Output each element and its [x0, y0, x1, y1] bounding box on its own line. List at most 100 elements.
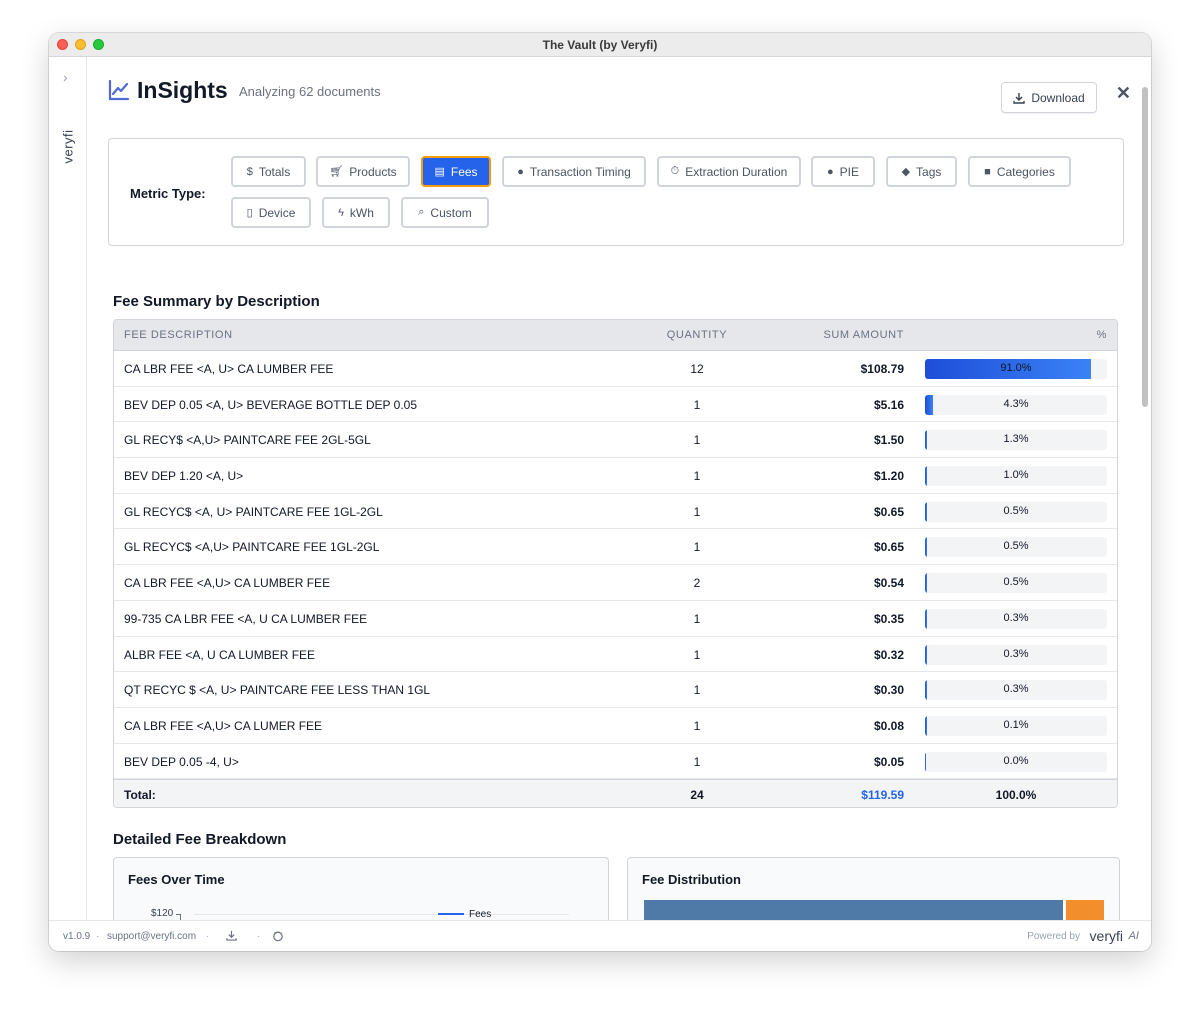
percent-bar: 0.3% [925, 608, 1107, 629]
download-icon[interactable] [226, 930, 237, 941]
column-fee-description[interactable]: FEE DESCRIPTION [124, 329, 233, 341]
tag-icon: ◆ [901, 166, 911, 178]
download-icon [1013, 92, 1026, 104]
stopwatch-icon: ⏱︎ [670, 165, 680, 177]
folder-icon: ■ [984, 165, 991, 178]
fee-quantity: 1 [693, 469, 701, 484]
version-label: v1.0.9 [63, 931, 91, 942]
page-title: InSights [137, 77, 228, 103]
zoom-window-button[interactable] [93, 39, 104, 50]
fees-over-time-title: Fees Over Time [128, 872, 225, 887]
fee-distribution-title: Fee Distribution [642, 872, 741, 887]
search-icon: ⌕ [418, 206, 425, 218]
table-row: GL RECY$ <A,U> PAINTCARE FEE 2GL-5GL 1 $1.… [114, 422, 1117, 459]
percent-bar: 0.3% [925, 680, 1107, 701]
legend-label: Fees [469, 909, 492, 920]
dollar-icon: $ [246, 165, 253, 178]
metric-button-tags[interactable]: ◆ Tags [886, 156, 957, 187]
percent-value: 0.3% [1003, 683, 1029, 696]
legend-swatch [438, 913, 464, 915]
metric-button-label: Extraction Duration [685, 164, 788, 179]
metric-button-label: Device [258, 205, 296, 220]
table-row: ALBR FEE <A, U CA LUMBER FEE 1 $0.32 0.3% [114, 637, 1117, 673]
fee-sum: $0.32 [873, 647, 904, 662]
column-percent[interactable]: % [1097, 329, 1107, 341]
metric-button-pie[interactable]: ● PIE [811, 156, 875, 187]
fee-sum: $0.30 [873, 683, 904, 698]
minimize-window-button[interactable] [75, 39, 86, 50]
distribution-segment[interactable] [1065, 900, 1104, 920]
grid-line [194, 914, 569, 915]
fee-quantity: 1 [693, 504, 701, 519]
sidebar-brand: veryfi [60, 129, 76, 164]
percent-bar: 0.5% [925, 537, 1107, 558]
metric-button-extraction-duration[interactable]: ⏱︎ Extraction Duration [657, 156, 801, 187]
fee-sum: $0.35 [873, 611, 904, 626]
table-row: CA LBR FEE <A, U> CA LUMBER FEE 12 $108.79… [114, 351, 1117, 387]
document-count: Analyzing 62 documents [239, 84, 381, 99]
metric-button-totals[interactable]: $ Totals [231, 156, 306, 187]
page-header: InSights Analyzing 62 documents Download… [108, 77, 1131, 117]
metric-button-kwh[interactable]: ϟ kWh [322, 197, 390, 228]
column-quantity[interactable]: QUANTITY [664, 329, 730, 341]
fee-quantity: 2 [693, 576, 701, 591]
metric-type-panel: Metric Type: $ Totals 🛒︎ Products ▤ Fees… [108, 138, 1124, 246]
chevron-right-icon[interactable]: › [63, 69, 68, 85]
metric-button-fees[interactable]: ▤ Fees [421, 156, 491, 187]
download-button[interactable]: Download [1001, 82, 1097, 113]
fee-breakdown-title: Detailed Fee Breakdown [113, 831, 287, 848]
table-row: BEV DEP 0.05 -4, U> 1 $0.05 0.0% [114, 744, 1117, 780]
percent-bar: 0.0% [925, 751, 1107, 772]
table-header: FEE DESCRIPTION QUANTITY SUM AMOUNT % [114, 320, 1117, 351]
fee-description: ALBR FEE <A, U CA LUMBER FEE [124, 647, 316, 662]
column-sum-amount[interactable]: SUM AMOUNT [804, 329, 904, 341]
table-row: QT RECYC $ <A, U> PAINTCARE FEE LESS THA… [114, 672, 1117, 708]
distribution-bar [644, 900, 1104, 920]
fee-description: QT RECYC $ <A, U> PAINTCARE FEE LESS THA… [124, 683, 431, 698]
table-row: 99-735 CA LBR FEE <A, U CA LUMBER FEE 1 $0… [114, 601, 1117, 637]
footer: v1.0.9 · support@veryfi.com · · Powered … [49, 920, 1151, 951]
percent-bar: 4.3% [925, 394, 1107, 415]
percent-value: 0.5% [1003, 504, 1029, 517]
y-axis-tick: $120 [151, 908, 174, 919]
metric-button-products[interactable]: 🛒︎ Products [316, 156, 410, 187]
fee-description: BEV DEP 0.05 <A, U> BEVERAGE BOTTLE DEP … [124, 397, 418, 412]
metric-button-categories[interactable]: ■ Categories [968, 156, 1071, 187]
fees-over-time-card: Fees Over Time $120 Fees [113, 857, 609, 920]
fee-summary-title: Fee Summary by Description [113, 293, 320, 310]
distribution-segment[interactable] [644, 900, 1063, 920]
metric-button-label: PIE [839, 164, 859, 179]
metric-button-device[interactable]: ▯ Device [231, 197, 311, 228]
fee-description: BEV DEP 0.05 -4, U> [124, 754, 239, 769]
separator-dot: · [206, 931, 210, 942]
fee-description: 99-735 CA LBR FEE <A, U CA LUMBER FEE [124, 611, 368, 626]
metric-button-label: Fees [450, 164, 478, 179]
total-label: Total: [124, 788, 156, 803]
line-chart-icon [108, 79, 130, 101]
fee-description: CA LBR FEE <A,U> CA LUMBER FEE [124, 576, 331, 591]
metric-button-transaction-timing[interactable]: ● Transaction Timing [502, 156, 646, 187]
title-bar: The Vault (by Veryfi) [49, 33, 1151, 57]
hand-icon[interactable] [272, 930, 284, 942]
metric-button-custom[interactable]: ⌕ Custom [401, 197, 489, 228]
total-sum: $119.59 [861, 788, 904, 803]
fee-description: GL RECY$ <A,U> PAINTCARE FEE 2GL-5GL [124, 433, 371, 448]
fee-distribution-card: Fee Distribution [627, 857, 1120, 920]
window-title: The Vault (by Veryfi) [542, 37, 658, 52]
app-window: The Vault (by Veryfi) › veryfi InSights … [49, 33, 1151, 951]
support-email-link[interactable]: support@veryfi.com [107, 931, 196, 942]
fee-quantity: 1 [693, 647, 701, 662]
metric-type-label: Metric Type: [130, 186, 206, 201]
scrollbar[interactable] [1142, 87, 1148, 407]
fee-quantity: 1 [693, 540, 701, 555]
fee-quantity: 1 [693, 754, 701, 769]
percent-value: 0.1% [1003, 718, 1029, 731]
metric-button-label: Totals [258, 164, 291, 179]
powered-by-label: Powered by [1027, 931, 1080, 942]
bolt-icon: ϟ [338, 206, 344, 219]
device-icon: ▯ [246, 207, 253, 219]
close-icon[interactable]: ✕ [1116, 83, 1131, 104]
close-window-button[interactable] [57, 39, 68, 50]
metric-button-label: Products [349, 164, 397, 179]
percent-value: 1.3% [1003, 433, 1029, 446]
